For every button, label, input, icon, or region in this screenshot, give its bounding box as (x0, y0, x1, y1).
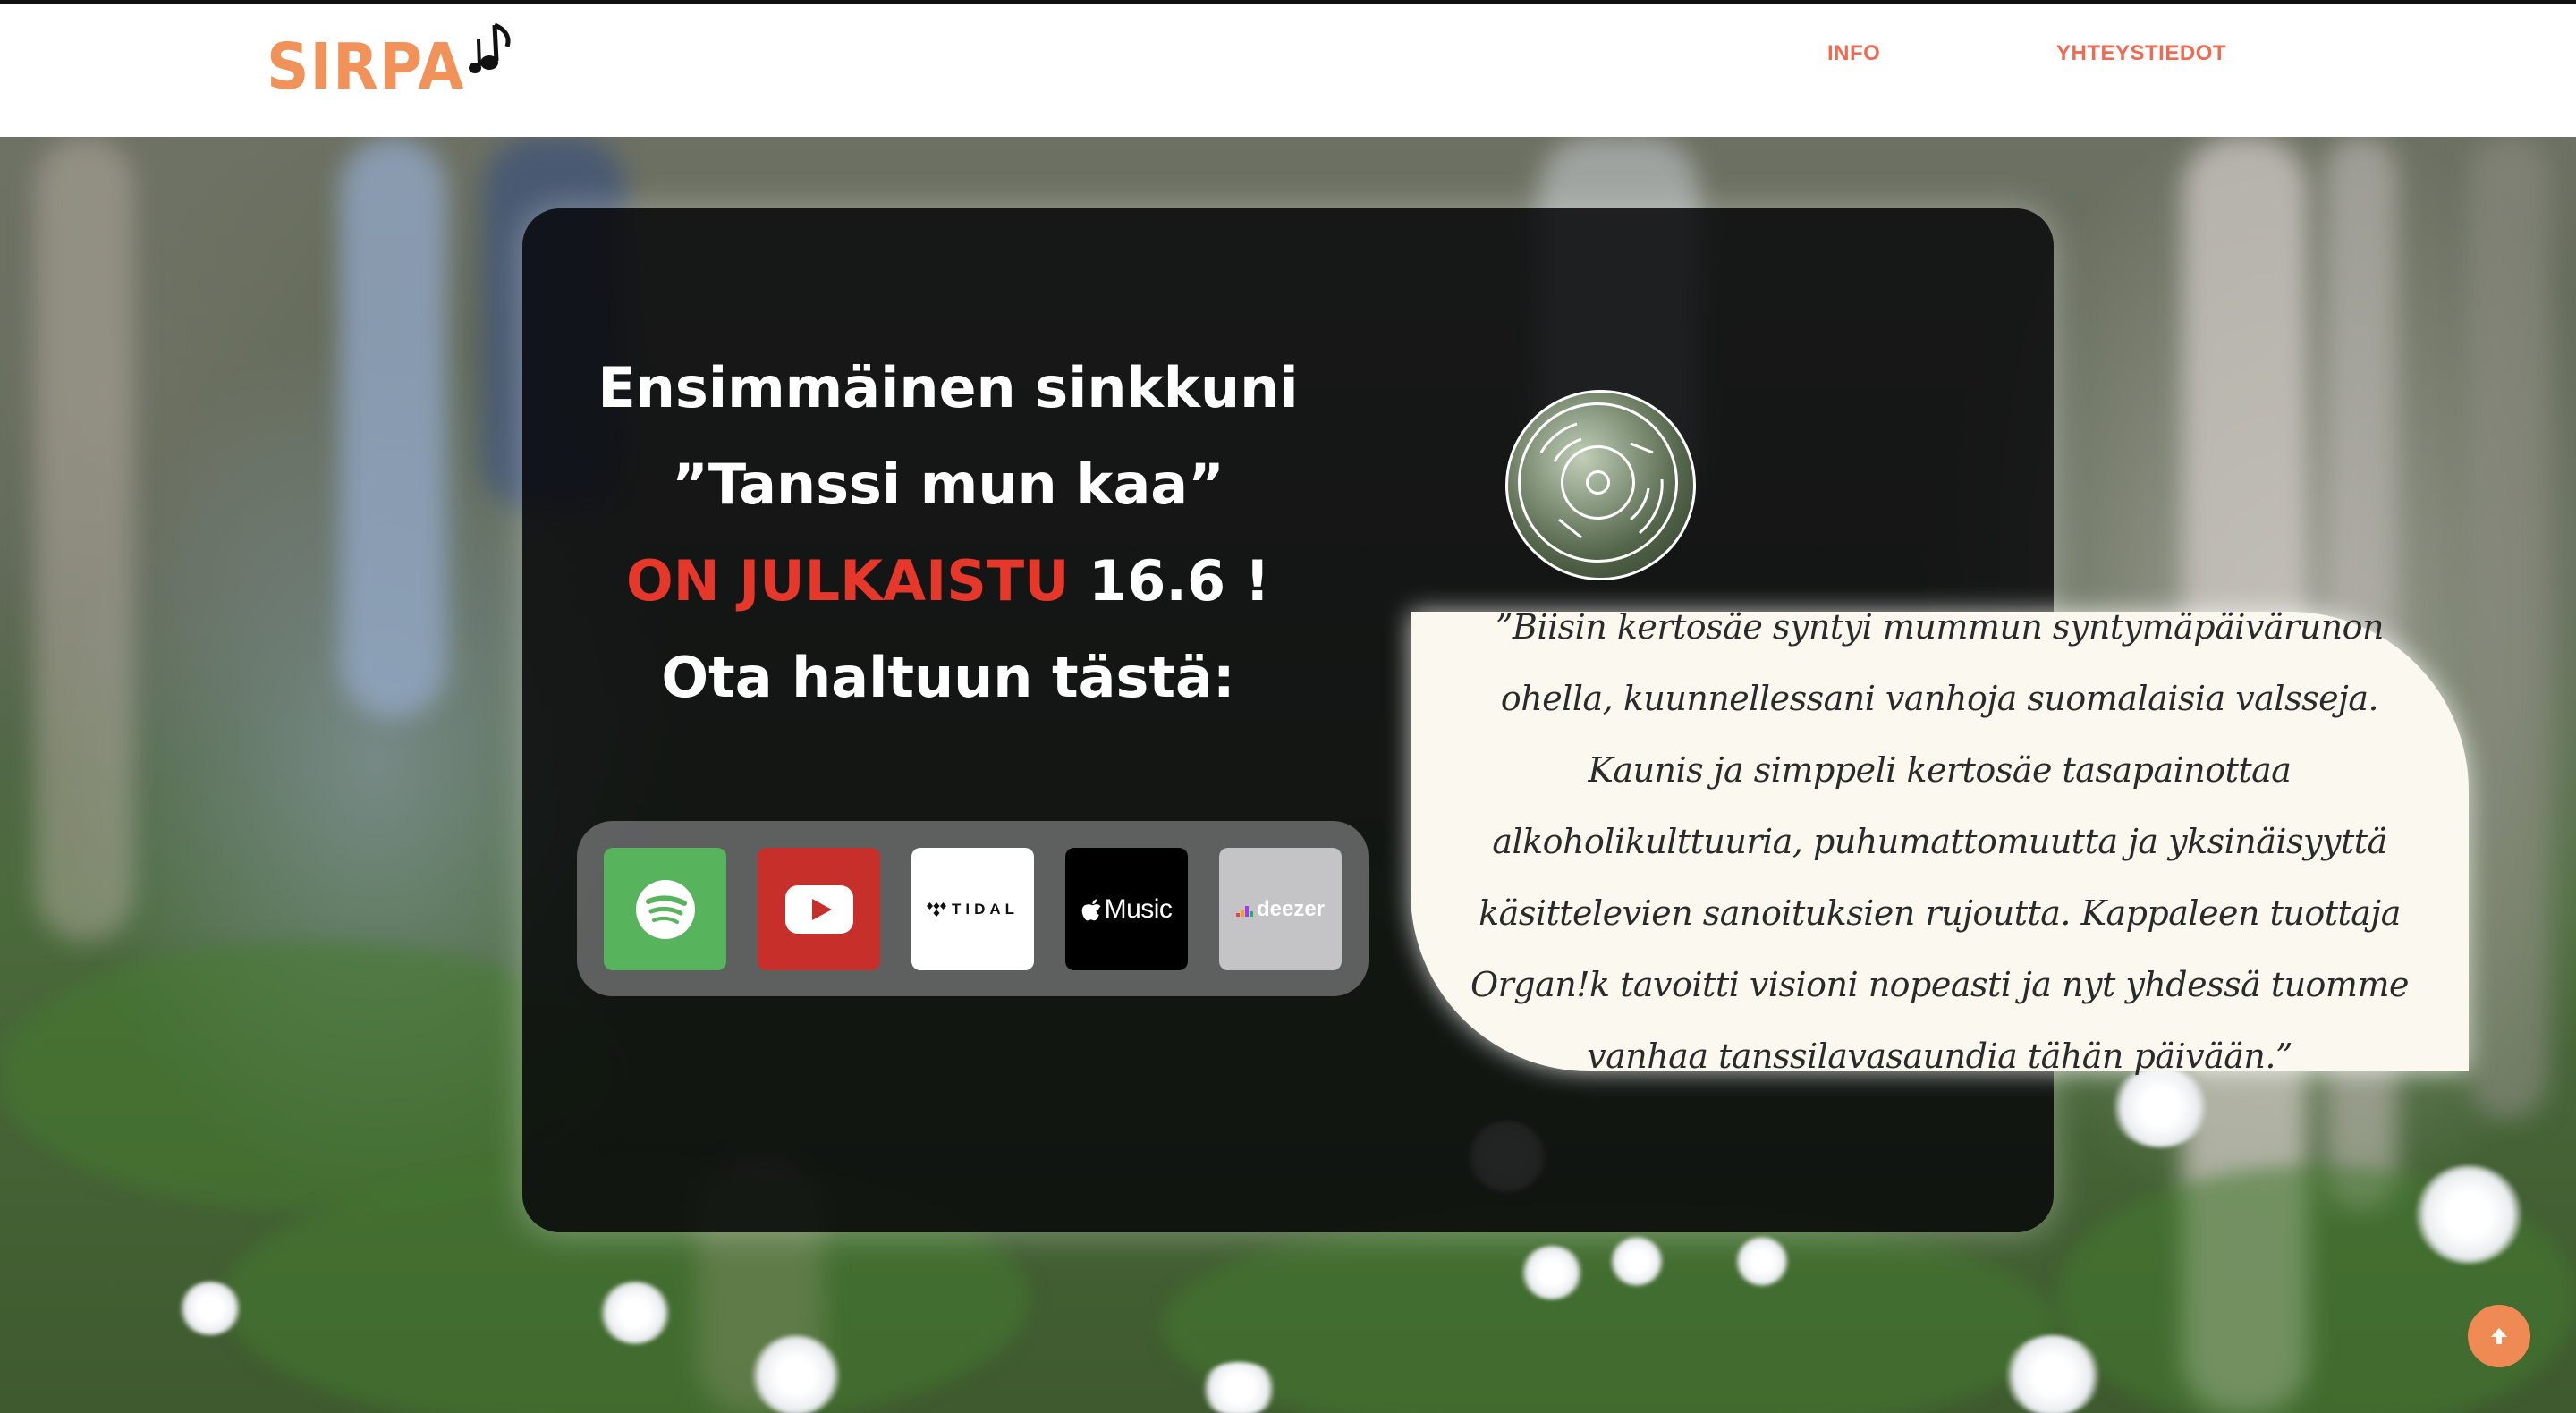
background-shape (1199, 1362, 1279, 1413)
tidal-icon (926, 901, 946, 917)
background-shape (1610, 1237, 1664, 1286)
spotify-icon (635, 879, 695, 939)
background-shape (1735, 1237, 1789, 1286)
artist-quote-text: ”Biisin kertosäe syntyi mummun syntymäpä… (1470, 607, 2410, 1076)
record-disc-artwork (1505, 390, 1696, 580)
background-shape (36, 137, 134, 942)
streaming-links-bar: TIDAL Music deezer (577, 821, 1368, 996)
tidal-button[interactable]: TIDAL (911, 848, 1034, 970)
background-shape (179, 1282, 242, 1335)
apple-music-label: Music (1104, 893, 1173, 924)
music-note-icon (469, 22, 511, 73)
brand-logo[interactable]: SIRPA (267, 20, 514, 109)
youtube-icon (784, 884, 853, 934)
hero-line-4: Ota haltuun tästä: (661, 645, 1235, 710)
hero-line-3: ON JULKAISTU 16.6 ! (555, 533, 1342, 630)
deezer-label: deezer (1256, 896, 1326, 921)
release-date: 16.6 ! (1069, 548, 1270, 613)
vinyl-record-icon (1518, 402, 1678, 563)
background-shape (2415, 1165, 2522, 1264)
background-shape (599, 1282, 671, 1344)
apple-music-button[interactable]: Music (1065, 848, 1188, 970)
hero-line-2: ”Tanssi mun kaa” (672, 452, 1224, 517)
release-highlight: ON JULKAISTU (626, 548, 1070, 613)
arrow-up-icon (2491, 1328, 2507, 1344)
background-shape (2004, 1335, 2102, 1413)
artist-quote-bubble: ”Biisin kertosäe syntyi mummun syntymäpä… (1411, 607, 2469, 1076)
background-shape (751, 1335, 841, 1413)
deezer-button[interactable]: deezer (1219, 848, 1342, 970)
background-shape (340, 137, 447, 718)
site-header: SIRPA INFO YHTEYSTIEDOT (0, 4, 2576, 137)
nav-info-link[interactable]: INFO (1827, 41, 1880, 66)
tidal-label: TIDAL (951, 900, 1020, 918)
background-shape (1163, 1210, 2057, 1413)
spotify-button[interactable] (604, 848, 726, 970)
hero-line-1: Ensimmäinen sinkkuni (597, 355, 1299, 420)
background-shape (1521, 1246, 1583, 1299)
youtube-button[interactable] (758, 848, 880, 970)
brand-name: SIRPA (267, 29, 465, 105)
hero-headline: Ensimmäinen sinkkuni ”Tanssi mun kaa” ON… (555, 340, 1342, 726)
deezer-icon (1235, 905, 1253, 917)
nav-contact-link[interactable]: YHTEYSTIEDOT (2056, 41, 2226, 66)
apple-icon (1081, 898, 1101, 920)
background-shape (2469, 137, 2549, 1121)
scroll-to-top-button[interactable] (2468, 1305, 2530, 1367)
